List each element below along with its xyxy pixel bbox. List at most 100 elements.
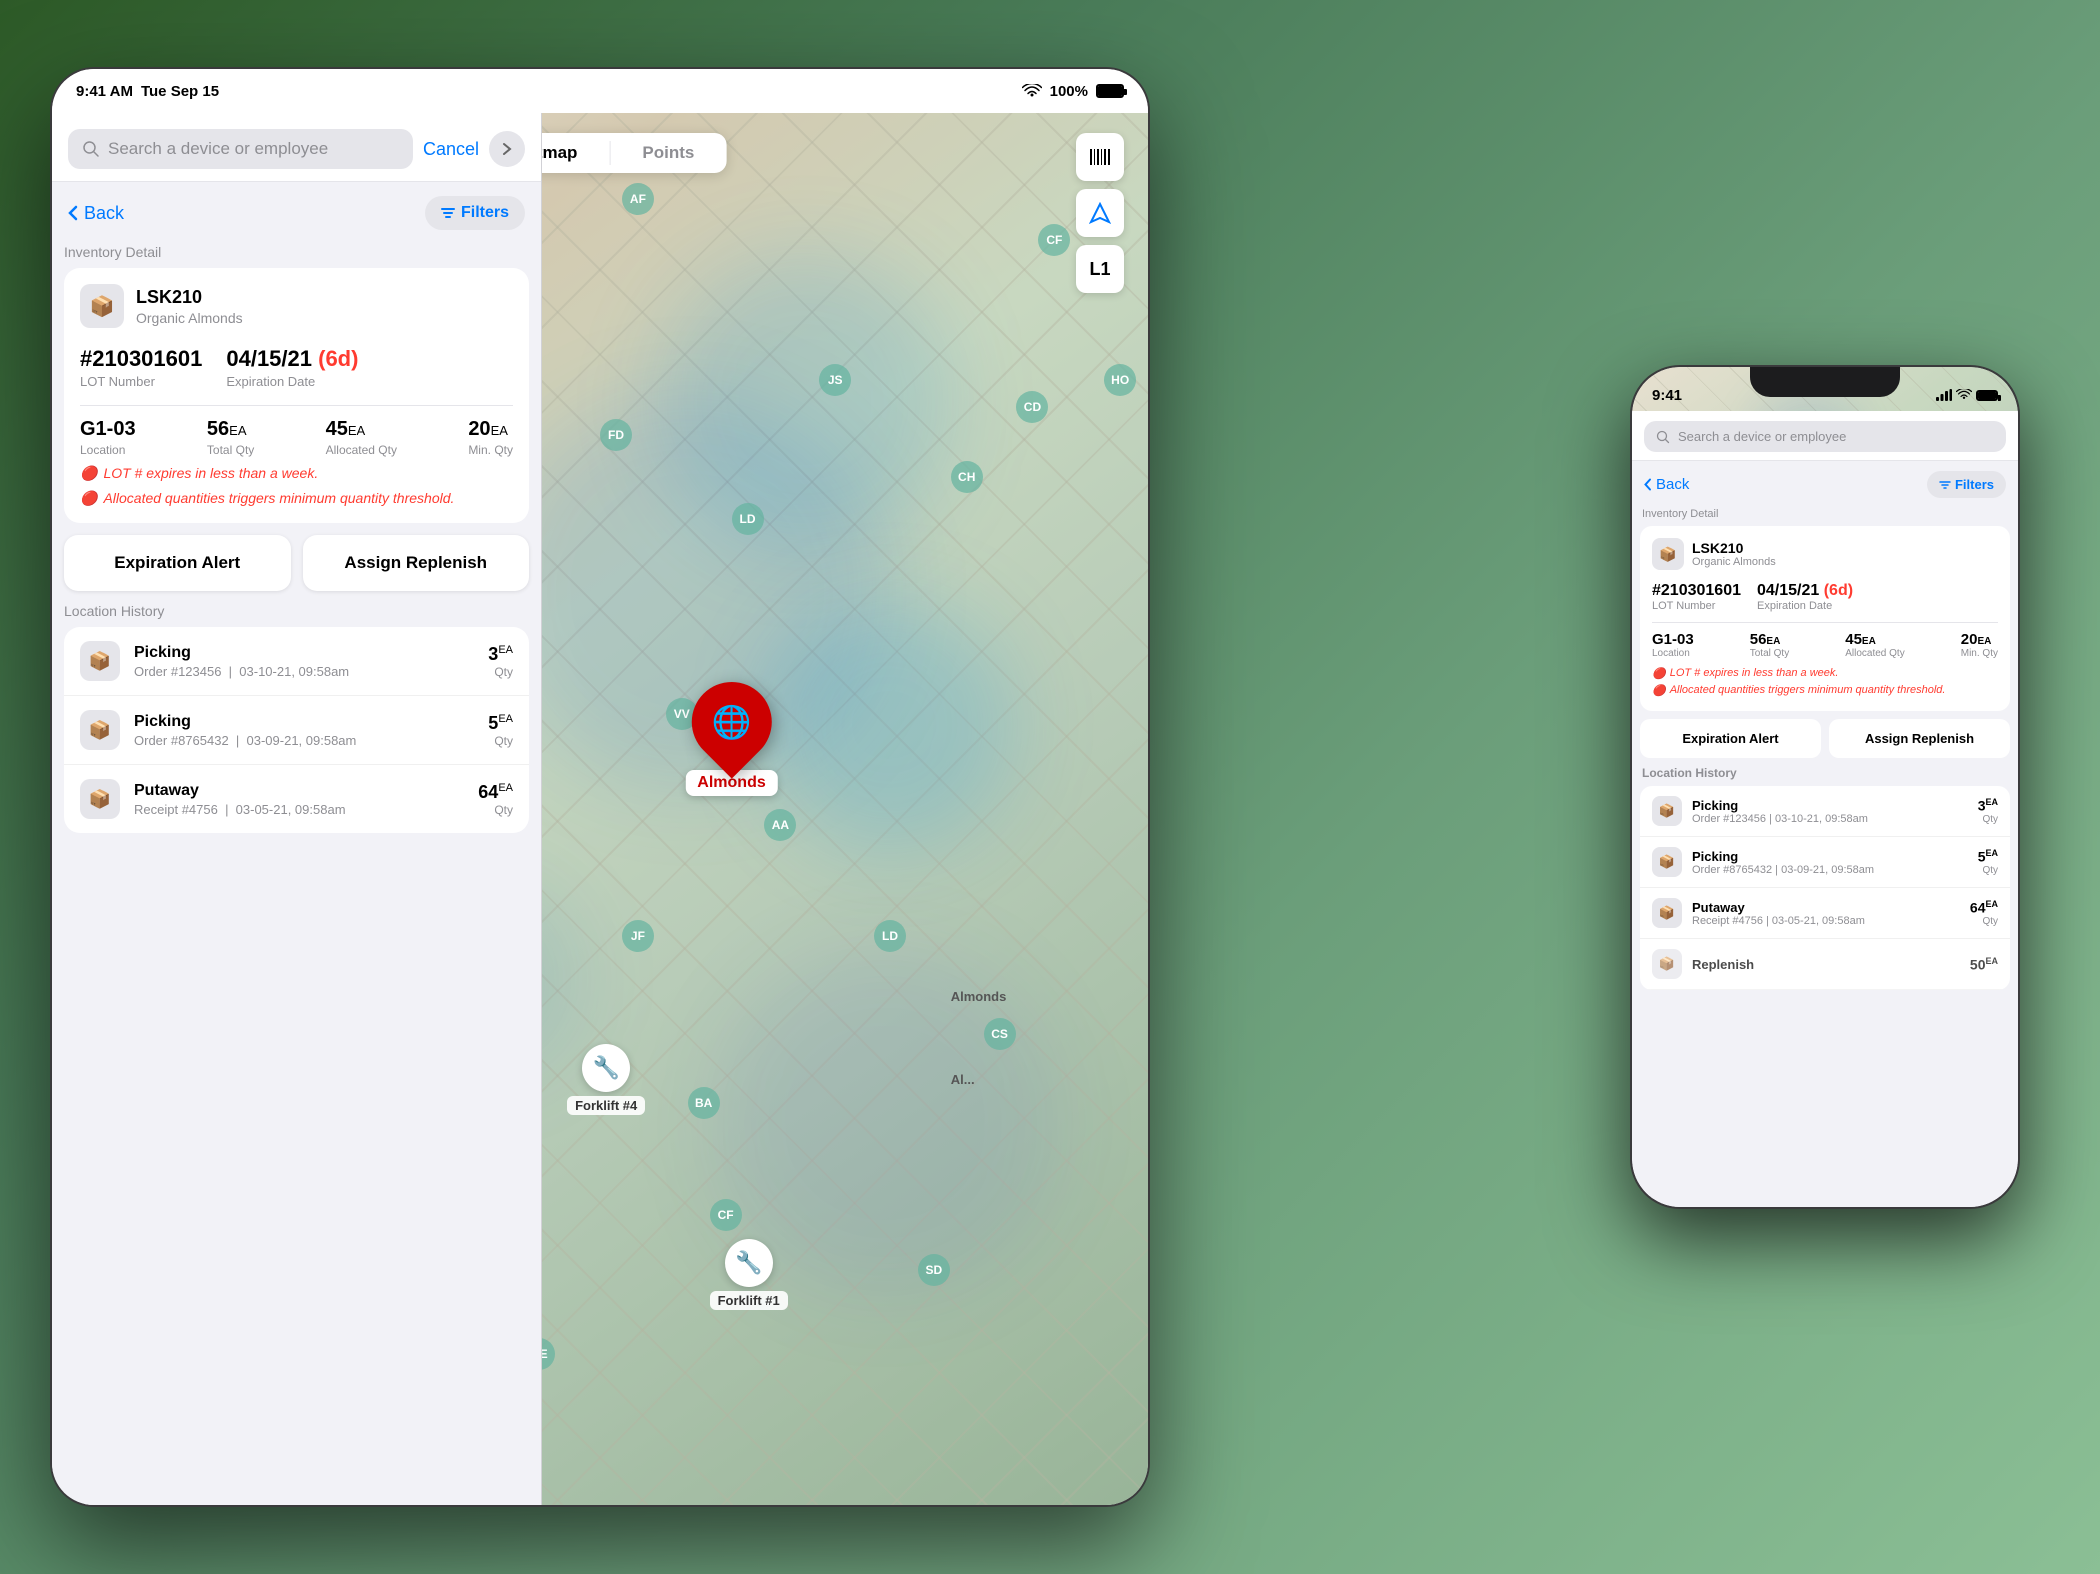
ipad-history-info-1: Picking Order #8765432 | 03-09-21, 09:58… [134, 713, 474, 748]
ipad-history-qty-value-1: 5EA [488, 713, 513, 734]
iphone-warning1: 🔴 LOT # expires in less than a week. [1652, 667, 1998, 680]
ipad-history-qty-unit-0: Qty [488, 665, 513, 679]
filter-icon [441, 206, 455, 220]
iphone-item-icon: 📦 [1652, 538, 1684, 570]
ipad-device: 9:41 AM Tue Sep 15 100% [50, 67, 1150, 1507]
map-label-cs: CS [984, 1018, 1016, 1050]
ipad-lot-number: #210301601 LOT Number [80, 346, 202, 389]
iphone-allocated-qty-value: 45EA [1845, 631, 1904, 648]
iphone-history-qty-1: 5EA Qty [1978, 848, 1998, 876]
iphone-history-item-2: 📦 Putaway Receipt #4756 | 03-05-21, 09:5… [1640, 888, 2010, 939]
iphone-min-qty-value: 20EA [1961, 631, 1998, 648]
iphone-lot-number: #210301601 LOT Number [1652, 582, 1741, 612]
iphone-history-qty-3: 50EA [1970, 956, 1998, 973]
iphone-history-qty-value-0: 3EA [1978, 797, 1998, 814]
level-button[interactable]: L1 [1076, 245, 1124, 293]
map-label-fd: FD [600, 419, 632, 451]
ipad-search-placeholder: Search a device or employee [108, 139, 399, 159]
ipad-cancel-button[interactable]: Cancel [423, 139, 479, 160]
ipad-history-qty-value-2: 64EA [478, 782, 513, 803]
iphone-back-button[interactable]: Back [1644, 476, 1689, 493]
ipad-allocated-qty-stat: 45EA Allocated Qty [326, 418, 397, 457]
ipad-location-stat: G1-03 Location [80, 418, 136, 457]
iphone-notch [1750, 367, 1900, 397]
forklift1-label: Forklift #1 [710, 1291, 788, 1310]
ipad-warning2: 🔴 Allocated quantities triggers minimum … [80, 490, 513, 507]
iphone-expiration-alert-button[interactable]: Expiration Alert [1640, 719, 1821, 758]
ipad-history-qty-unit-2: Qty [478, 803, 513, 817]
ipad-total-qty-label: Total Qty [207, 443, 254, 457]
iphone-warning1-icon: 🔴 [1652, 667, 1666, 680]
iphone-total-qty-stat: 56EA Total Qty [1750, 631, 1789, 659]
iphone-allocated-qty-stat: 45EA Allocated Qty [1845, 631, 1904, 659]
ipad-inventory-card: 📦 LSK210 Organic Almonds #210301601 LOT … [64, 268, 529, 523]
battery-fill [1098, 86, 1122, 96]
map-label-cf-bot: CF [710, 1199, 742, 1231]
iphone-history-qty-2: 64EA Qty [1970, 899, 1998, 927]
ipad-history-subtitle-2: Receipt #4756 | 03-05-21, 09:58am [134, 802, 464, 817]
iphone-exp-value: 04/15/21 (6d) [1757, 582, 1853, 600]
ipad-assign-replenish-button[interactable]: Assign Replenish [303, 535, 530, 591]
ipad-time: 9:41 AM [76, 83, 133, 100]
iphone-history-type-2: Putaway [1692, 900, 1960, 915]
iphone-item-info: LSK210 Organic Almonds [1692, 540, 1776, 568]
iphone-history-info-3: Replenish [1692, 957, 1960, 972]
iphone-expiration: 04/15/21 (6d) Expiration Date [1757, 582, 1853, 612]
iphone-search-icon [1656, 430, 1670, 444]
ipad-history-info-2: Putaway Receipt #4756 | 03-05-21, 09:58a… [134, 782, 464, 817]
ipad-expiration-date: 04/15/21 (6d) Expiration Date [226, 346, 358, 389]
ipad-expiration-alert-button[interactable]: Expiration Alert [64, 535, 291, 591]
ipad-item-header: 📦 LSK210 Organic Almonds [80, 284, 513, 328]
iphone-search-input-wrap[interactable]: Search a device or employee [1644, 421, 2006, 452]
iphone-history-subtitle-0: Order #123456 | 03-10-21, 09:58am [1692, 813, 1968, 825]
ipad-arrow-button[interactable] [489, 131, 525, 167]
iphone-warning2: 🔴 Allocated quantities triggers minimum … [1652, 684, 1998, 697]
ipad-back-button[interactable]: Back [68, 203, 124, 224]
iphone-history-item-1: 📦 Picking Order #8765432 | 03-09-21, 09:… [1640, 837, 2010, 888]
location-button[interactable] [1076, 189, 1124, 237]
iphone-history-qty-unit-1: Qty [1978, 865, 1998, 876]
ipad-location-label: Location [80, 443, 125, 457]
ipad-warning1: 🔴 LOT # expires in less than a week. [80, 465, 513, 482]
ipad-history-subtitle-0: Order #123456 | 03-10-21, 09:58am [134, 664, 474, 679]
almonds-pin-icon: 🌐 [712, 703, 752, 741]
iphone-history-item-3: 📦 Replenish 50EA [1640, 939, 2010, 990]
ipad-stats-row: G1-03 Location 56EA Total Qty 45EA [80, 418, 513, 457]
ipad-search-bar: Search a device or employee Cancel [52, 113, 541, 182]
ipad-lot-value: #210301601 [80, 346, 202, 372]
iphone-history-icon-0: 📦 [1652, 796, 1682, 826]
iphone-filters-label: Filters [1955, 477, 1994, 492]
iphone-search-placeholder: Search a device or employee [1678, 429, 1994, 444]
ipad-history-qty-0: 3EA Qty [488, 644, 513, 679]
iphone-history-qty-value-1: 5EA [1978, 848, 1998, 865]
ipad-detail-row-lot: #210301601 LOT Number 04/15/21 (6d) Expi… [80, 346, 513, 389]
map-label-js: JS [819, 364, 851, 396]
iphone-divider [1652, 622, 1998, 623]
ipad-history-qty-1: 5EA Qty [488, 713, 513, 748]
al-text-map: Al... [951, 1072, 975, 1087]
ipad-item-info: LSK210 Organic Almonds [136, 287, 243, 326]
chevron-right-icon [502, 142, 512, 156]
ipad-allocated-qty-label: Allocated Qty [326, 443, 397, 457]
map-label-ld: LD [732, 503, 764, 535]
ipad-allocated-qty-value: 45EA [326, 418, 366, 441]
ipad-search-input-wrap[interactable]: Search a device or employee [68, 129, 413, 169]
ipad-date: Tue Sep 15 [141, 83, 219, 100]
ipad-filters-button[interactable]: Filters [425, 196, 525, 230]
map-label-ch: CH [951, 461, 983, 493]
ipad-history-type-2: Putaway [134, 782, 464, 800]
iphone-back-label: Back [1656, 476, 1689, 493]
ipad-status-bar: 9:41 AM Tue Sep 15 100% [52, 69, 1148, 113]
barcode-button[interactable] [1076, 133, 1124, 181]
iphone-assign-replenish-button[interactable]: Assign Replenish [1829, 719, 2010, 758]
iphone-battery-fill [1978, 392, 1996, 399]
iphone-min-qty-stat: 20EA Min. Qty [1961, 631, 1998, 659]
tab-points[interactable]: Points [610, 133, 726, 173]
search-icon [82, 140, 100, 158]
iphone-filters-button[interactable]: Filters [1927, 471, 2006, 498]
forklift4-marker: 🔧 Forklift #4 [567, 1044, 645, 1115]
iphone-history-info-0: Picking Order #123456 | 03-10-21, 09:58a… [1692, 798, 1968, 825]
iphone-history-type-1: Picking [1692, 849, 1968, 864]
map-label-ho: HO [1104, 364, 1136, 396]
location-arrow-icon [1089, 202, 1111, 224]
